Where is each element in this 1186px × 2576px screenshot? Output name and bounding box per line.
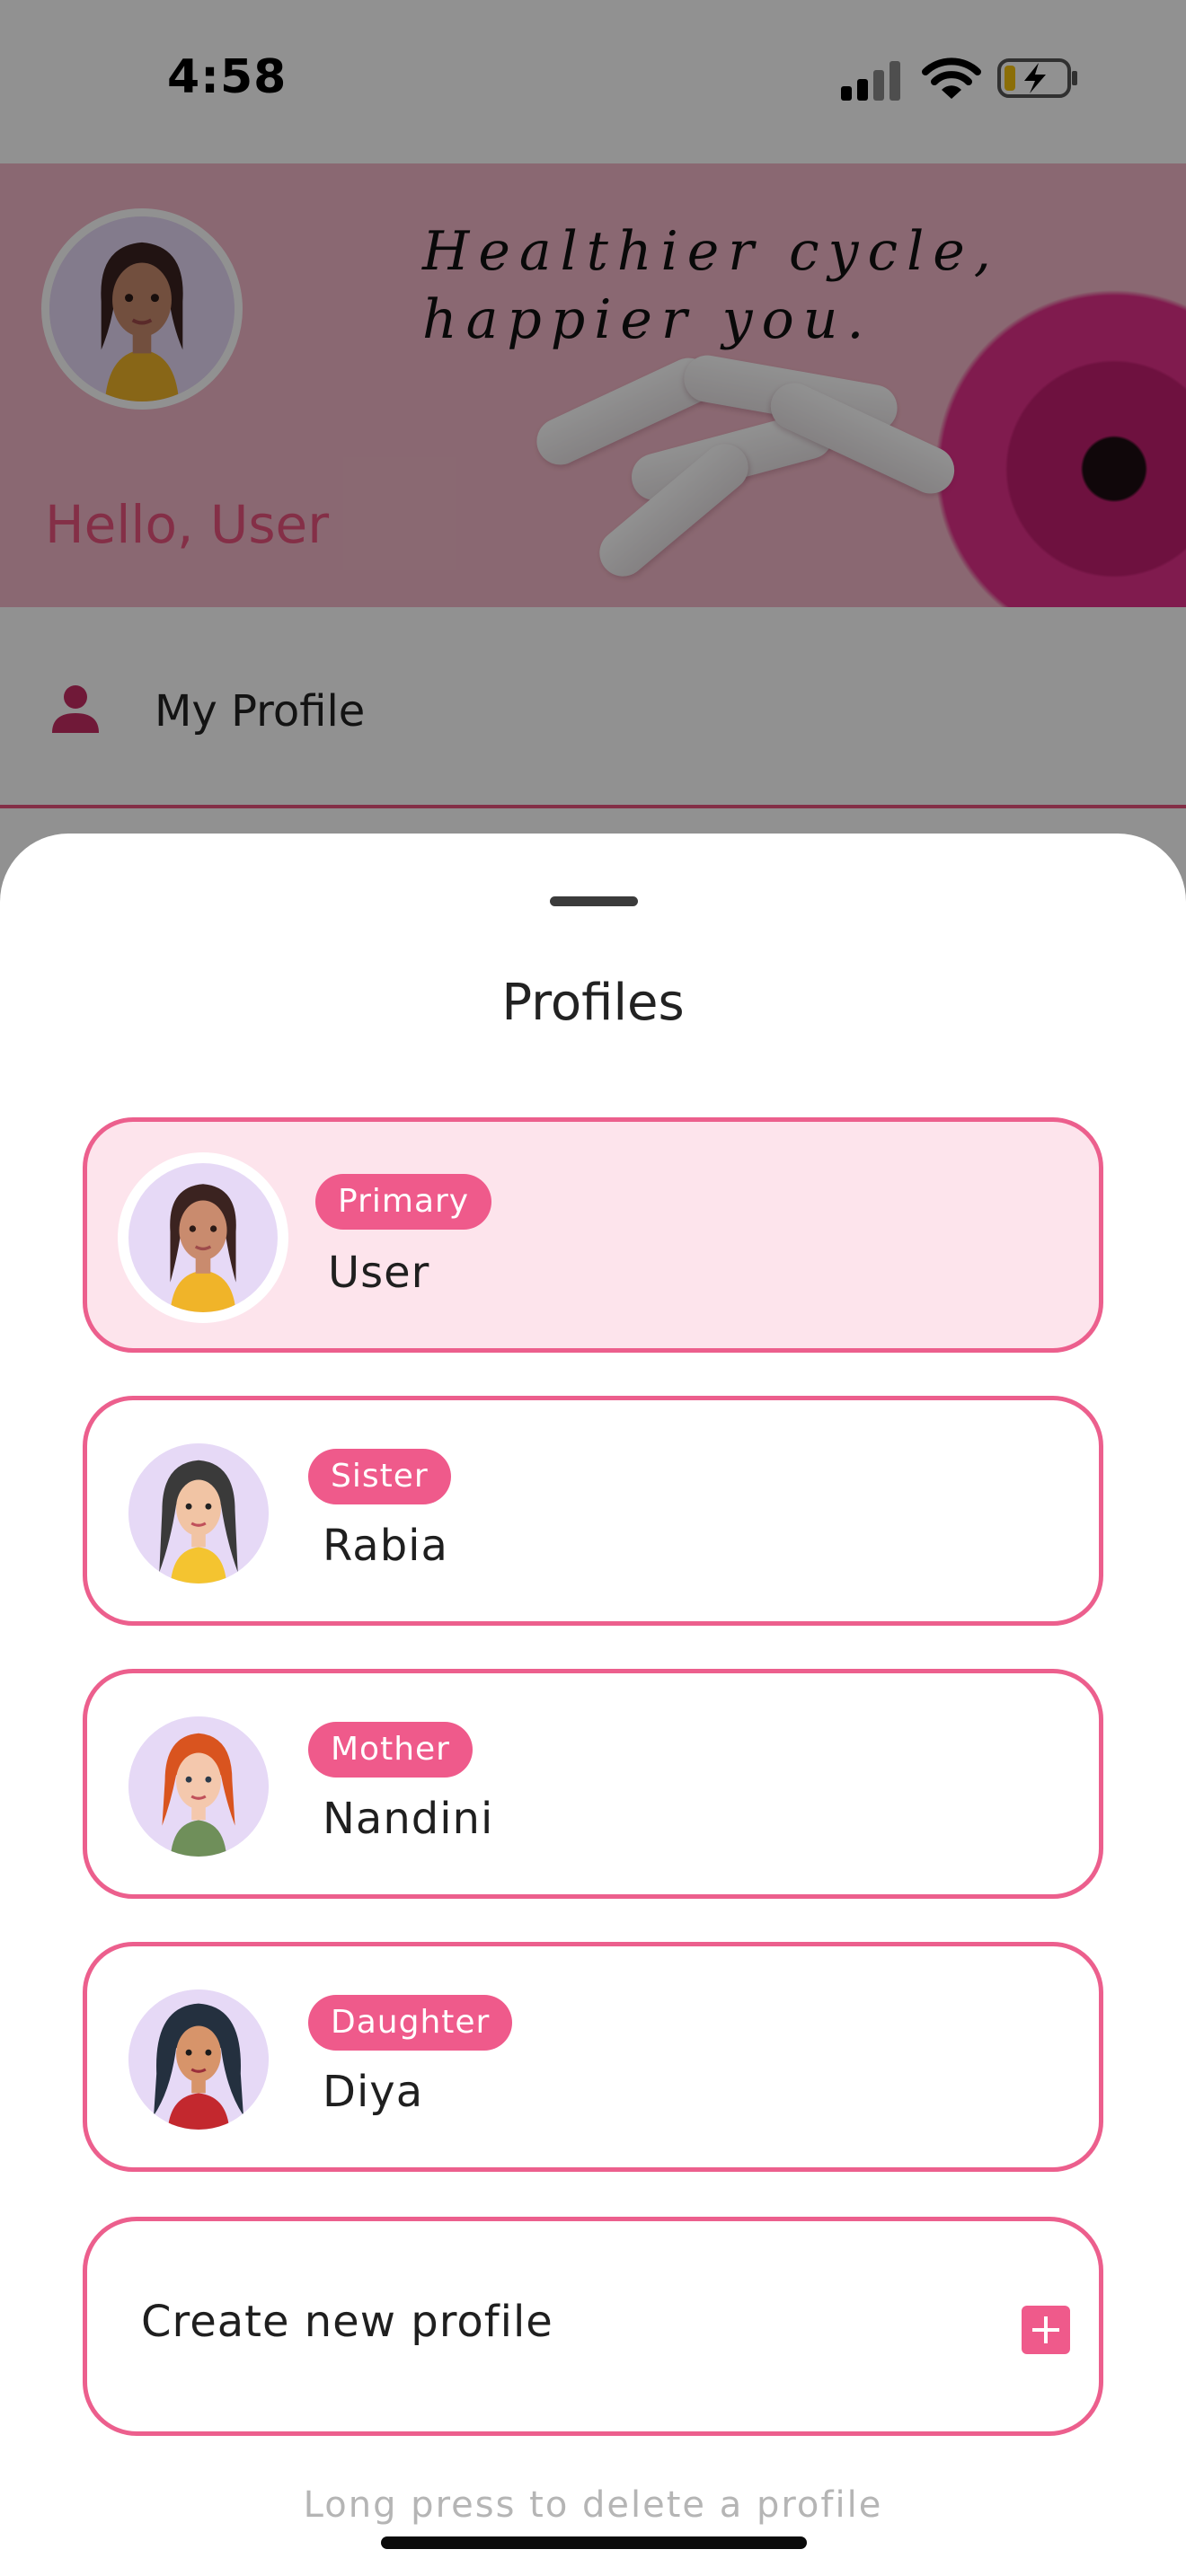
create-profile-label: Create new profile bbox=[141, 2297, 553, 2347]
profile-card-primary[interactable]: Primary User bbox=[83, 1117, 1103, 1353]
avatar bbox=[128, 1989, 269, 2130]
sheet-drag-handle[interactable] bbox=[550, 896, 638, 906]
plus-icon bbox=[1022, 2306, 1070, 2354]
avatar bbox=[128, 1716, 269, 1857]
sheet-title: Profiles bbox=[501, 974, 685, 1032]
profile-name: Rabia bbox=[323, 1521, 448, 1571]
profile-card-sister[interactable]: Sister Rabia bbox=[83, 1396, 1103, 1626]
profile-card-daughter[interactable]: Daughter Diya bbox=[83, 1942, 1103, 2172]
relation-badge: Daughter bbox=[308, 1995, 513, 2051]
profile-name: Diya bbox=[323, 2067, 424, 2117]
profiles-bottom-sheet: Profiles Primary User Sister Rabia Mothe… bbox=[0, 834, 1186, 2576]
relation-badge: Mother bbox=[308, 1722, 473, 1778]
profile-name: Nandini bbox=[323, 1794, 494, 1844]
avatar bbox=[118, 1152, 288, 1323]
profile-name: User bbox=[328, 1248, 430, 1298]
avatar bbox=[128, 1443, 269, 1584]
profile-card-mother[interactable]: Mother Nandini bbox=[83, 1669, 1103, 1899]
relation-badge: Sister bbox=[308, 1449, 451, 1504]
create-profile-button[interactable]: Create new profile bbox=[83, 2217, 1103, 2436]
relation-badge: Primary bbox=[315, 1174, 492, 1230]
home-indicator bbox=[381, 2536, 807, 2549]
delete-hint: Long press to delete a profile bbox=[303, 2484, 883, 2526]
